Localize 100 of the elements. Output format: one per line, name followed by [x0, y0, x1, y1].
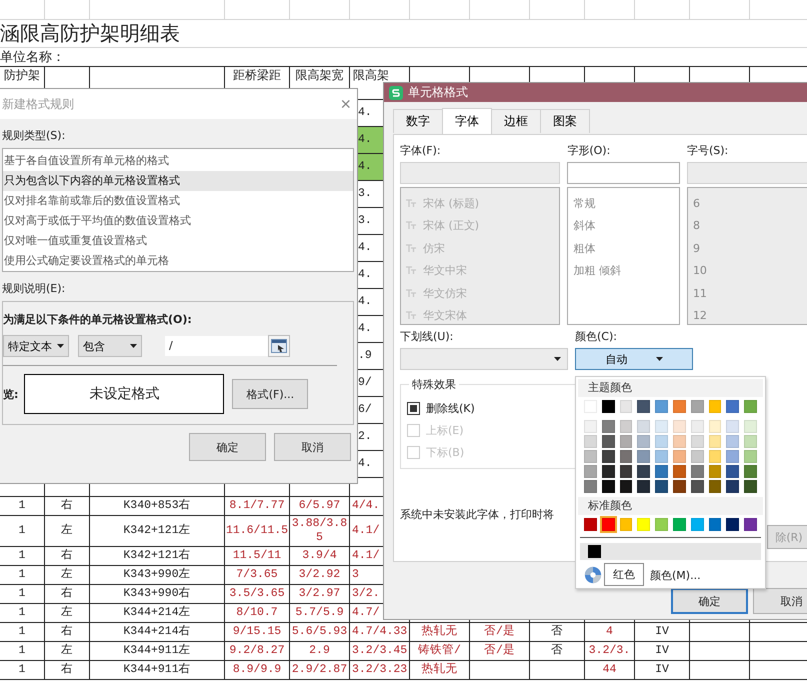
checkbox[interactable]: [407, 402, 420, 415]
color-swatch[interactable]: [726, 420, 740, 433]
list-item[interactable]: 只为包含以下内容的单元格设置格式: [3, 171, 353, 191]
list-item[interactable]: 加粗 倾斜: [573, 263, 621, 278]
color-swatch[interactable]: [726, 480, 740, 493]
color-swatch[interactable]: [708, 420, 722, 433]
color-swatch[interactable]: [744, 420, 757, 433]
color-swatch[interactable]: [744, 465, 757, 478]
color-swatch[interactable]: [672, 435, 686, 448]
color-swatch[interactable]: [672, 400, 686, 413]
color-swatch[interactable]: [708, 450, 722, 463]
color-swatch[interactable]: [584, 450, 597, 463]
color-swatch[interactable]: [744, 400, 757, 413]
color-swatch[interactable]: [584, 480, 597, 493]
color-swatch[interactable]: [726, 450, 740, 463]
color-swatch[interactable]: [672, 465, 686, 478]
color-swatch[interactable]: [690, 518, 704, 531]
color-swatch[interactable]: [637, 450, 650, 463]
color-swatch[interactable]: [655, 450, 668, 463]
color-swatch[interactable]: [584, 420, 597, 433]
list-item[interactable]: 斜体: [573, 218, 596, 234]
operator-dropdown[interactable]: 包含: [78, 335, 142, 357]
color-swatch[interactable]: [744, 435, 757, 448]
color-swatch[interactable]: [584, 435, 597, 448]
list-item[interactable]: 使用公式确定要设置格式的单元格: [3, 251, 353, 271]
color-swatch[interactable]: [637, 435, 650, 448]
color-swatch[interactable]: [708, 518, 722, 531]
size-field[interactable]: [686, 162, 807, 184]
color-swatch[interactable]: [655, 465, 668, 478]
list-item[interactable]: 粗体: [573, 240, 596, 256]
color-swatch[interactable]: [637, 420, 650, 433]
color-swatch[interactable]: [637, 480, 650, 493]
color-swatch[interactable]: [690, 420, 704, 433]
condition-dropdown[interactable]: 特定文本: [3, 335, 69, 357]
list-item[interactable]: 仅对高于或低于平均值的数值设置格式: [3, 211, 353, 231]
tab[interactable]: 字体: [442, 108, 492, 134]
color-swatch[interactable]: [744, 480, 757, 493]
color-swatch[interactable]: [655, 400, 668, 413]
color-swatch[interactable]: [726, 465, 740, 478]
color-swatch[interactable]: [620, 450, 632, 463]
color-swatch[interactable]: [744, 518, 757, 531]
color-swatch[interactable]: [620, 480, 632, 493]
color-swatch[interactable]: [602, 435, 615, 448]
list-item[interactable]: 常规: [573, 196, 596, 211]
style-field[interactable]: [567, 162, 680, 184]
color-swatch[interactable]: [672, 420, 686, 433]
color-swatch[interactable]: [708, 400, 722, 413]
color-swatch[interactable]: [602, 518, 615, 531]
color-swatch[interactable]: [655, 420, 668, 433]
font-field[interactable]: [400, 162, 560, 184]
color-swatch[interactable]: [708, 480, 722, 493]
color-swatch[interactable]: [708, 465, 722, 478]
color-swatch[interactable]: [708, 435, 722, 448]
color-swatch[interactable]: [588, 545, 601, 558]
dialog-button[interactable]: 确定: [189, 433, 266, 461]
color-swatch[interactable]: [690, 450, 704, 463]
table-cell: 3/2.92: [298, 568, 340, 582]
color-swatch[interactable]: [655, 480, 668, 493]
color-dropdown[interactable]: 自动: [575, 348, 693, 370]
color-swatch[interactable]: [690, 435, 704, 448]
list-item[interactable]: 仅对唯一值或重复值设置格式: [3, 231, 353, 251]
list-item[interactable]: 基于各自值设置所有单元格的格式: [3, 151, 353, 171]
close-button[interactable]: ×: [334, 94, 357, 114]
color-swatch[interactable]: [602, 450, 615, 463]
color-swatch[interactable]: [726, 435, 740, 448]
color-swatch[interactable]: [620, 420, 632, 433]
format-button[interactable]: 格式(F)...: [232, 379, 308, 409]
tab[interactable]: 数字: [393, 109, 443, 133]
color-swatch[interactable]: [620, 435, 632, 448]
value-field[interactable]: /: [165, 336, 269, 356]
color-swatch[interactable]: [726, 400, 740, 413]
color-swatch[interactable]: [690, 400, 704, 413]
color-swatch[interactable]: [584, 518, 597, 531]
color-swatch[interactable]: [620, 400, 632, 413]
cancel-button[interactable]: 取消: [753, 588, 807, 614]
color-swatch[interactable]: [655, 435, 668, 448]
color-swatch[interactable]: [672, 518, 686, 531]
color-swatch[interactable]: [690, 480, 704, 493]
color-swatch[interactable]: [602, 465, 615, 478]
ok-button[interactable]: 确定: [671, 588, 748, 614]
color-swatch[interactable]: [602, 420, 615, 433]
color-swatch[interactable]: [672, 480, 686, 493]
color-swatch[interactable]: [620, 518, 632, 531]
color-swatch[interactable]: [637, 518, 650, 531]
color-swatch[interactable]: [602, 480, 615, 493]
color-swatch[interactable]: [620, 465, 632, 478]
color-swatch[interactable]: [690, 465, 704, 478]
color-swatch[interactable]: [602, 400, 615, 413]
underline-dropdown[interactable]: [400, 348, 568, 370]
color-swatch[interactable]: [744, 450, 757, 463]
dialog-button[interactable]: 取消: [274, 433, 351, 461]
color-swatch[interactable]: [637, 400, 650, 413]
range-picker-icon[interactable]: [268, 335, 290, 357]
color-swatch[interactable]: [584, 465, 597, 478]
color-swatch[interactable]: [672, 450, 686, 463]
color-swatch[interactable]: [637, 465, 650, 478]
list-item[interactable]: 仅对排名靠前或靠后的数值设置格式: [3, 191, 353, 211]
tab[interactable]: 图案: [540, 109, 590, 133]
color-swatch[interactable]: [655, 518, 668, 531]
color-swatch[interactable]: [726, 518, 740, 531]
